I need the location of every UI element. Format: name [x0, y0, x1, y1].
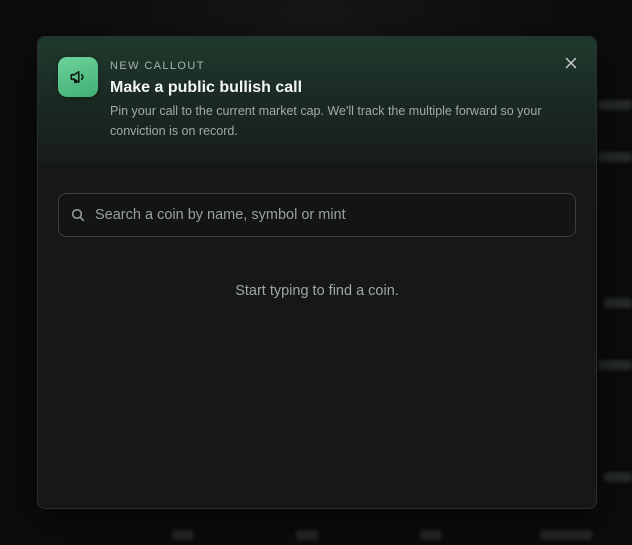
modal-subtitle: Pin your call to the current market cap.…: [110, 104, 542, 138]
backdrop-element: [604, 472, 632, 482]
backdrop-element: [598, 100, 632, 110]
backdrop-element: [598, 360, 632, 370]
header-text: NEW CALLOUT Make a public bullish call P…: [110, 57, 560, 163]
backdrop-element: [296, 530, 318, 540]
close-button[interactable]: [561, 53, 581, 73]
empty-state-message: Start typing to find a coin.: [235, 283, 399, 299]
backdrop-element: [540, 530, 592, 540]
modal-eyebrow: NEW CALLOUT: [110, 60, 205, 72]
backdrop-element: [172, 530, 194, 540]
callout-modal: NEW CALLOUT Make a public bullish call P…: [37, 36, 597, 509]
modal-title: Make a public bullish call: [110, 79, 303, 96]
backdrop-element: [598, 152, 632, 162]
close-icon: [565, 57, 577, 69]
backdrop-element: [420, 530, 442, 540]
search-icon: [71, 208, 85, 222]
search-box[interactable]: [58, 193, 576, 237]
megaphone-icon: [58, 57, 98, 97]
backdrop-element: [604, 298, 632, 308]
modal-header: NEW CALLOUT Make a public bullish call P…: [38, 37, 596, 163]
search-input[interactable]: [95, 194, 575, 236]
